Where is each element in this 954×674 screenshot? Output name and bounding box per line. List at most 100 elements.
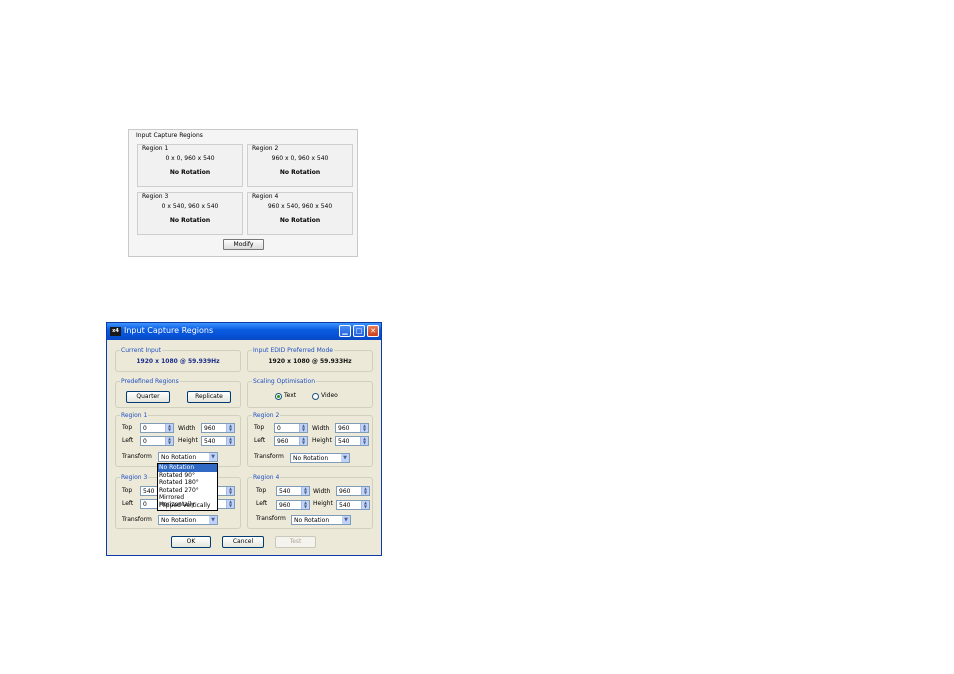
region-4-height-input[interactable]: 540 ▲ ▼ [336, 500, 370, 510]
input-capture-summary-panel: Input Capture Regions Region 1 0 x 0, 96… [128, 129, 358, 257]
region-4-height-value: 540 [339, 502, 351, 509]
region-3-transform-select[interactable]: No Rotation ▼ [158, 515, 218, 525]
spin-arrows-icon[interactable]: ▲▼ [226, 437, 234, 445]
spin-arrows-icon[interactable]: ▲▼ [361, 487, 369, 495]
current-input-label: Current Input [120, 347, 162, 354]
transform-option-mirrored-horizontally[interactable]: Mirrored Horizontally [158, 494, 217, 508]
app-icon: x4 [110, 327, 121, 336]
region-3-label: Region 3 [120, 474, 149, 481]
region-1-height-input[interactable]: 540 ▲ ▼ [201, 436, 235, 446]
transform-option-rotated-90[interactable]: Rotated 90° [158, 472, 217, 480]
top-label: Top [254, 424, 265, 431]
region-4-top-input[interactable]: 540 ▲ ▼ [276, 486, 310, 496]
region-1-transform-select[interactable]: No Rotation ▼ [158, 452, 218, 462]
summary-region-rotation: No Rotation [279, 217, 321, 224]
spin-arrows-icon[interactable]: ▲▼ [165, 424, 173, 432]
video-radio[interactable] [312, 393, 319, 400]
predefined-regions-group: Predefined Regions Quarter Replicate [115, 378, 241, 408]
region-4-left-input[interactable]: 960 ▲ ▼ [276, 500, 310, 510]
maximize-button[interactable]: □ [353, 325, 365, 337]
modify-button[interactable]: Modify [223, 239, 264, 250]
summary-region-1: Region 1 0 x 0, 960 x 540 No Rotation [137, 144, 243, 187]
close-button[interactable]: ✕ [367, 325, 379, 337]
minimize-icon: ▁ [342, 327, 348, 335]
spin-arrows-icon[interactable]: ▲▼ [226, 487, 234, 495]
region-3-top-value: 540 [143, 488, 155, 495]
minimize-button[interactable]: ▁ [339, 325, 351, 337]
region-1-left-input[interactable]: 0 ▲ ▼ [140, 436, 174, 446]
summary-region-label: Region 1 [142, 145, 169, 152]
dialog-title: Input Capture Regions [124, 326, 214, 335]
left-label: Left [256, 500, 268, 507]
chevron-down-icon[interactable]: ▼ [341, 454, 349, 462]
left-label: Left [122, 500, 134, 507]
spin-arrows-icon[interactable]: ▲▼ [226, 500, 234, 508]
region-2-height-value: 540 [338, 438, 350, 445]
region-4-label: Region 4 [252, 474, 281, 481]
transform-option-no-rotation[interactable]: No Rotation [158, 464, 217, 472]
summary-region-label: Region 3 [142, 193, 169, 200]
summary-region-coords: 0 x 540, 960 x 540 [161, 203, 219, 210]
transform-label: Transform [256, 515, 286, 522]
spin-arrows-icon[interactable]: ▲▼ [165, 437, 173, 445]
region-4-width-input[interactable]: 960 ▲ ▼ [336, 486, 370, 496]
test-button[interactable]: Test [275, 536, 316, 548]
summary-region-label: Region 4 [252, 193, 279, 200]
region-4-group: Region 4 Top 540 ▲ ▼ Width 960 ▲ ▼ Left 960 ▲… [247, 474, 373, 529]
spin-arrows-icon[interactable]: ▲▼ [301, 487, 309, 495]
region-2-height-input[interactable]: 540 ▲ ▼ [335, 436, 369, 446]
chevron-down-icon[interactable]: ▼ [209, 453, 217, 461]
region-2-group: Region 2 Top 0 ▲ ▼ Width 960 ▲ ▼ Left 960 ▲ ▼ … [247, 412, 373, 467]
current-input-value: 1920 x 1080 @ 59.939Hz [136, 358, 220, 365]
chevron-down-icon[interactable]: ▼ [342, 516, 350, 524]
region-2-label: Region 2 [252, 412, 281, 419]
edid-mode-label: Input EDID Preferred Mode [252, 347, 334, 354]
replicate-button[interactable]: Replicate [187, 391, 231, 403]
region-2-width-input[interactable]: 960 ▲ ▼ [335, 423, 369, 433]
quarter-button[interactable]: Quarter [126, 391, 170, 403]
close-icon: ✕ [370, 327, 376, 335]
edid-mode-value: 1920 x 1080 @ 59.933Hz [268, 358, 352, 365]
spin-arrows-icon[interactable]: ▲▼ [361, 501, 369, 509]
summary-region-4: Region 4 960 x 540, 960 x 540 No Rotatio… [247, 192, 353, 235]
summary-region-rotation: No Rotation [169, 169, 211, 176]
maximize-icon: □ [355, 327, 363, 335]
transform-option-rotated-180[interactable]: Rotated 180° [158, 479, 217, 487]
summary-region-rotation: No Rotation [169, 217, 211, 224]
spin-arrows-icon[interactable]: ▲▼ [226, 424, 234, 432]
text-radio[interactable] [275, 393, 282, 400]
region-3-left-value: 0 [143, 501, 147, 508]
region-2-transform-value: No Rotation [293, 455, 329, 462]
region-2-top-input[interactable]: 0 ▲ ▼ [274, 423, 308, 433]
region-1-label: Region 1 [120, 412, 149, 419]
scaling-optimisation-group: Scaling Optimisation Text Video [247, 378, 373, 408]
summary-region-coords: 960 x 540, 960 x 540 [267, 203, 333, 210]
region-1-width-input[interactable]: 960 ▲ ▼ [201, 423, 235, 433]
summary-region-rotation: No Rotation [279, 169, 321, 176]
transform-label: Transform [122, 453, 152, 460]
height-label: Height [312, 437, 332, 444]
region-1-top-input[interactable]: 0 ▲ ▼ [140, 423, 174, 433]
spin-arrows-icon[interactable]: ▲▼ [360, 437, 368, 445]
spin-arrows-icon[interactable]: ▲▼ [360, 424, 368, 432]
video-radio-label: Video [321, 392, 338, 399]
spin-arrows-icon[interactable]: ▲▼ [299, 437, 307, 445]
predefined-regions-label: Predefined Regions [120, 378, 180, 385]
transform-label: Transform [122, 516, 152, 523]
spin-arrows-icon[interactable]: ▲▼ [299, 424, 307, 432]
region-4-transform-select[interactable]: No Rotation ▼ [291, 515, 351, 525]
transform-option-rotated-270[interactable]: Rotated 270° [158, 487, 217, 495]
title-bar[interactable]: x4 Input Capture Regions ▁ □ ✕ [107, 323, 381, 340]
chevron-down-icon[interactable]: ▼ [209, 516, 217, 524]
summary-region-2: Region 2 960 x 0, 960 x 540 No Rotation [247, 144, 353, 187]
transform-option-flipped-vertically[interactable]: Flipped Vertically [158, 502, 217, 510]
region-4-left-value: 960 [279, 502, 291, 509]
transform-label: Transform [254, 453, 284, 460]
region-2-left-input[interactable]: 960 ▲ ▼ [274, 436, 308, 446]
spin-arrows-icon[interactable]: ▲▼ [301, 501, 309, 509]
cancel-button[interactable]: Cancel [222, 536, 264, 548]
left-label: Left [254, 437, 266, 444]
region-2-transform-select[interactable]: No Rotation ▼ [290, 453, 350, 463]
region-1-width-value: 960 [204, 425, 216, 432]
ok-button[interactable]: OK [171, 536, 211, 548]
